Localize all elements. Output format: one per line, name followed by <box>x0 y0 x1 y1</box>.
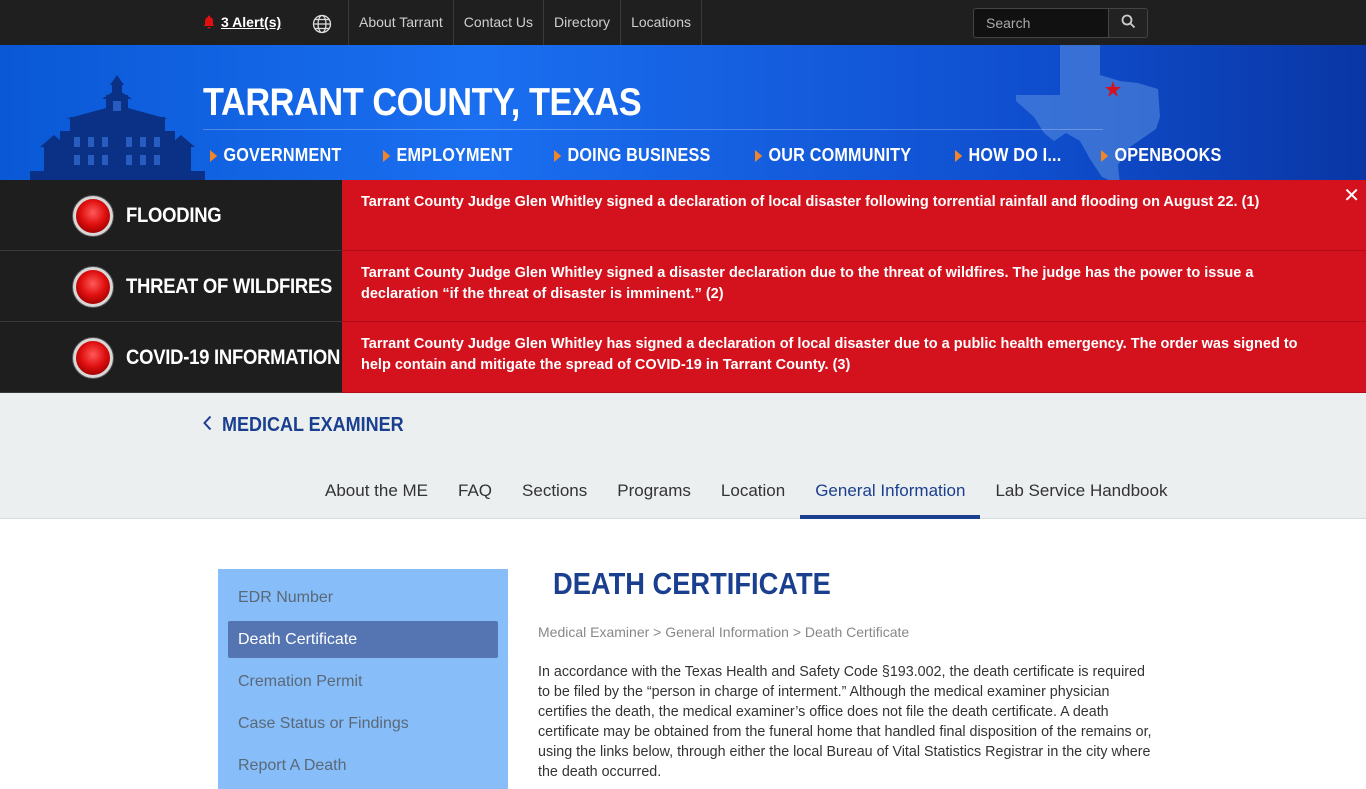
nav-label: OPENBOOKS <box>1114 145 1222 165</box>
locations-link[interactable]: Locations <box>621 0 702 45</box>
tab-programs[interactable]: Programs <box>602 467 706 519</box>
bell-icon <box>203 15 215 29</box>
nav-label: HOW DO I... <box>968 145 1062 165</box>
search-input[interactable] <box>973 8 1108 38</box>
sidebar-item-cremation-permit[interactable]: Cremation Permit <box>228 663 498 700</box>
triangle-right-icon <box>754 149 763 162</box>
nav-label: EMPLOYMENT <box>396 145 513 165</box>
tab-about-the-me[interactable]: About the ME <box>310 467 443 519</box>
site-title[interactable]: TARRANT COUNTY, TEXAS <box>203 81 642 125</box>
nav-label: OUR COMMUNITY <box>768 145 912 165</box>
alerts-link[interactable]: 3 Alert(s) <box>203 14 281 30</box>
courthouse-logo[interactable] <box>30 75 205 180</box>
alert-message[interactable]: Tarrant County Judge Glen Whitley signed… <box>342 180 1366 251</box>
alert-message[interactable]: Tarrant County Judge Glen Whitley has si… <box>342 322 1366 393</box>
nav-label: DOING BUSINESS <box>567 145 711 165</box>
nav-government[interactable]: GOVERNMENT <box>210 145 341 166</box>
alert-title-panel: THREAT OF WILDFIRES <box>0 251 342 322</box>
chevron-left-icon <box>203 414 212 437</box>
alert-title-panel: FLOODING <box>0 180 342 251</box>
alert-label[interactable]: FLOODING <box>126 204 222 228</box>
search-button[interactable] <box>1108 8 1148 38</box>
triangle-right-icon <box>554 149 562 162</box>
about-tarrant-link[interactable]: About Tarrant <box>349 0 454 45</box>
sidebar-item-case-status[interactable]: Case Status or Findings <box>228 705 498 742</box>
sidebar-item-report-a-death[interactable]: Report A Death <box>228 747 498 784</box>
triangle-right-icon <box>383 149 391 162</box>
alert-message[interactable]: Tarrant County Judge Glen Whitley signed… <box>342 251 1366 322</box>
alert-indicator-icon <box>73 267 113 307</box>
sidebar: EDR Number Death Certificate Cremation P… <box>218 569 508 789</box>
department-header: MEDICAL EXAMINER About the ME FAQ Sectio… <box>0 393 1366 519</box>
divider <box>203 129 1103 130</box>
body-paragraph: In accordance with the Texas Health and … <box>538 664 1152 780</box>
search-box <box>973 8 1148 38</box>
nav-label: GOVERNMENT <box>223 145 342 165</box>
utility-bar: 3 Alert(s) About Tarrant Contact Us Dire… <box>0 0 1366 45</box>
alert-indicator-icon <box>73 338 113 378</box>
nav-openbooks[interactable]: OPENBOOKS <box>1100 145 1222 166</box>
triangle-right-icon <box>210 149 218 162</box>
nav-employment[interactable]: EMPLOYMENT <box>383 145 513 166</box>
page-title: DEATH CERTIFICATE <box>553 566 831 601</box>
tab-lab-service-handbook[interactable]: Lab Service Handbook <box>980 467 1182 519</box>
alert-row-flooding: FLOODING Tarrant County Judge Glen Whitl… <box>0 180 1366 251</box>
sidebar-item-edr-number[interactable]: EDR Number <box>228 579 498 616</box>
tab-location[interactable]: Location <box>706 467 800 519</box>
triangle-right-icon <box>1100 149 1108 162</box>
nav-how-do-i[interactable]: HOW DO I... <box>955 145 1062 166</box>
contact-us-link[interactable]: Contact Us <box>454 0 545 45</box>
globe-icon[interactable] <box>312 14 332 34</box>
breadcrumb: Medical Examiner > General Information >… <box>538 624 910 640</box>
tab-general-information[interactable]: General Information <box>800 467 981 519</box>
tab-sections[interactable]: Sections <box>507 467 602 519</box>
utility-nav: About Tarrant Contact Us Directory Locat… <box>348 0 702 45</box>
close-icon[interactable]: ✕ <box>1343 183 1360 208</box>
triangle-right-icon <box>955 149 963 162</box>
alert-indicator-icon <box>73 196 113 236</box>
tab-faq[interactable]: FAQ <box>443 467 507 519</box>
directory-link[interactable]: Directory <box>544 0 622 45</box>
alert-label[interactable]: COVID-19 INFORMATION <box>126 346 340 370</box>
alerts-count-label[interactable]: 3 Alert(s) <box>221 14 281 30</box>
alert-row-wildfires: THREAT OF WILDFIRES Tarrant County Judge… <box>0 251 1366 322</box>
alert-row-covid: COVID-19 INFORMATION Tarrant County Judg… <box>0 322 1366 393</box>
alert-title-panel: COVID-19 INFORMATION <box>0 322 342 393</box>
department-name: MEDICAL EXAMINER <box>222 414 404 436</box>
department-link[interactable]: MEDICAL EXAMINER <box>203 414 424 437</box>
site-header: TARRANT COUNTY, TEXAS GOVERNMENT EMPLOYM… <box>0 45 1366 180</box>
nav-our-community[interactable]: OUR COMMUNITY <box>754 145 912 166</box>
search-icon <box>1121 14 1136 32</box>
nav-doing-business[interactable]: DOING BUSINESS <box>554 145 710 166</box>
department-tabs: About the ME FAQ Sections Programs Locat… <box>310 467 1182 519</box>
main-nav: GOVERNMENT EMPLOYMENT DOING BUSINESS OUR… <box>210 145 1261 166</box>
alert-label[interactable]: THREAT OF WILDFIRES <box>126 275 332 299</box>
sidebar-item-death-certificate[interactable]: Death Certificate <box>228 621 498 658</box>
